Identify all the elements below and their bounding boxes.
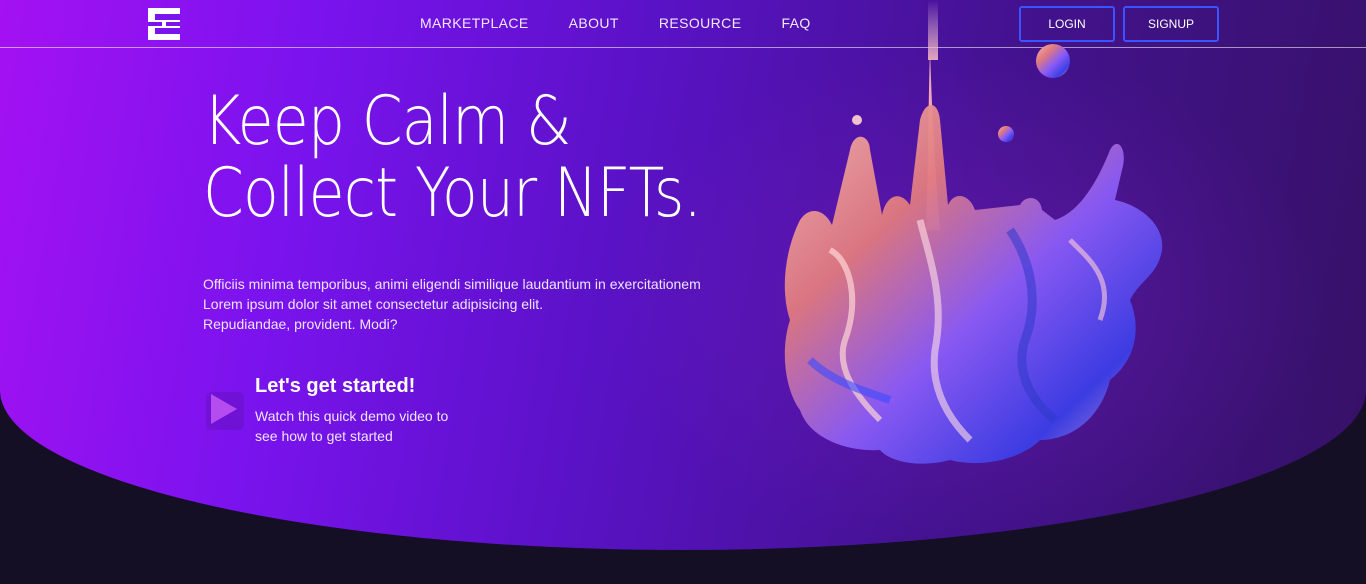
nav-link-about[interactable]: ABOUT <box>569 15 619 31</box>
description-line-1: Officiis minima temporibus, animi eligen… <box>203 276 701 292</box>
liquid-splash-artwork <box>770 0 1180 480</box>
hero-headline: Keep Calm & Collect Your NFTs. <box>203 82 702 233</box>
nav-link-marketplace[interactable]: MARKETPLACE <box>420 15 529 31</box>
main-nav: MARKETPLACE ABOUT RESOURCE FAQ <box>420 15 811 31</box>
description-line-3: Repudiandae, provident. Modi? <box>203 316 398 332</box>
nav-link-resource[interactable]: RESOURCE <box>659 15 742 31</box>
brand-logo-icon[interactable] <box>148 8 180 40</box>
cta-description: Watch this quick demo video to see how t… <box>255 406 475 446</box>
description-line-2: Lorem ipsum dolor sit amet consectetur a… <box>203 296 544 312</box>
cta-desc-line-2: see how to get started <box>255 428 393 444</box>
cta-title[interactable]: Let's get started! <box>255 375 415 398</box>
headline-line-1: Keep Calm & <box>203 82 572 161</box>
play-icon[interactable] <box>202 388 246 432</box>
cta-desc-line-1: Watch this quick demo video to <box>255 408 449 424</box>
headline-line-2: Collect Your NFTs. <box>203 154 702 233</box>
hero-description: Officiis minima temporibus, animi eligen… <box>203 274 763 334</box>
